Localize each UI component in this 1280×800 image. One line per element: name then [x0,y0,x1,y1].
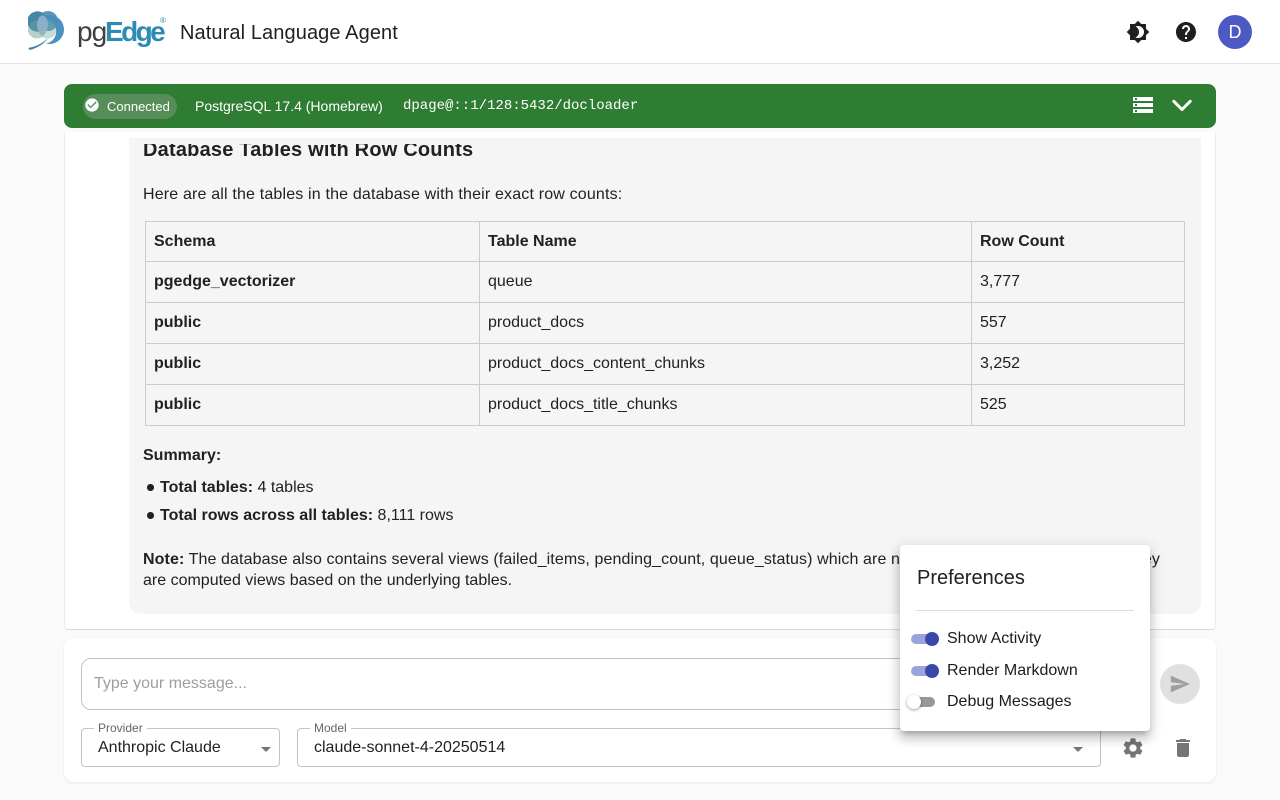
svg-text:®: ® [160,16,166,25]
svg-text:pg: pg [77,16,106,47]
svg-text:Edge: Edge [105,16,165,47]
